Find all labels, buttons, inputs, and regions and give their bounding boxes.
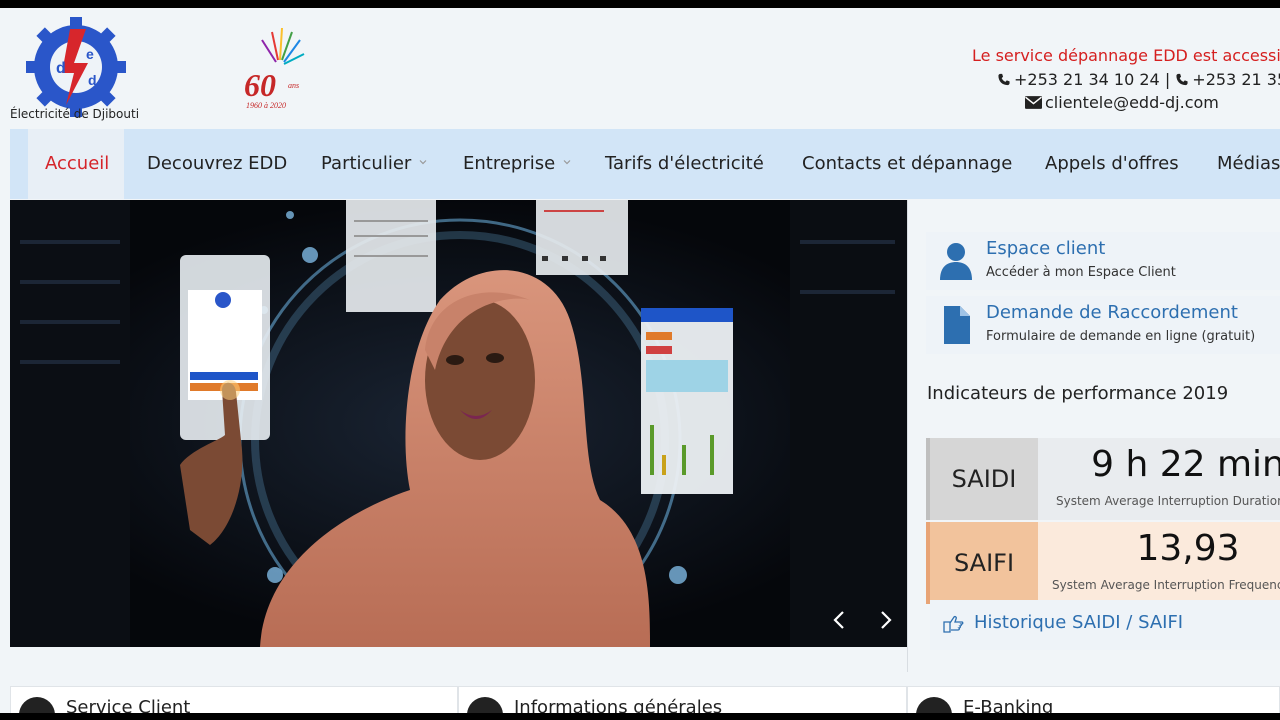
chevron-right-icon[interactable] <box>870 605 900 635</box>
saifi-desc: System Average Interruption Frequency <box>1052 578 1280 592</box>
email-line[interactable]: clientele@edd-dj.com <box>1025 93 1219 112</box>
phone-icon <box>998 73 1010 86</box>
historique-link[interactable]: Historique SAIDI / SAIFI <box>930 600 1280 650</box>
document-icon <box>944 306 970 344</box>
espace-client-link[interactable]: Espace client Accéder à mon Espace Clien… <box>926 232 1280 290</box>
page: d e d Électricité de Djibouti 60 ans 196… <box>0 8 1280 713</box>
hero-image <box>10 200 907 647</box>
tile-informations-label: Informations générales <box>514 697 723 713</box>
depannage-alert: Le service dépannage EDD est accessible <box>972 46 1280 65</box>
svg-text:1960 à 2020: 1960 à 2020 <box>246 101 286 110</box>
svg-text:d: d <box>56 60 66 77</box>
nav-accueil[interactable]: Accueil <box>28 129 124 199</box>
jubilee-number: 60 <box>244 67 276 103</box>
espace-client-title: Espace client <box>986 238 1106 259</box>
saifi-label: SAIFI <box>930 522 1038 604</box>
nav-particulier[interactable]: Particulier <box>321 129 427 199</box>
saidi-indicator: SAIDI 9 h 22 min System Average Interrup… <box>926 438 1280 520</box>
saifi-value-box: 13,93 System Average Interruption Freque… <box>1038 522 1280 604</box>
tile-service-client[interactable]: Service Client <box>10 686 458 713</box>
nav-decouvrez-edd[interactable]: Decouvrez EDD <box>147 129 287 199</box>
tile-ebanking[interactable]: E-Banking <box>907 686 1280 713</box>
espace-client-subtitle: Accéder à mon Espace Client <box>986 265 1176 280</box>
saifi-value: 13,93 <box>1136 528 1240 569</box>
svg-text:e: e <box>86 46 94 62</box>
saidi-value-box: 9 h 22 min System Average Interruption D… <box>1038 438 1280 520</box>
hero-slider[interactable] <box>10 200 907 647</box>
chevron-down-icon <box>563 160 571 165</box>
chevron-down-icon <box>419 160 427 165</box>
bottom-tiles: Service Client Informations générales E-… <box>10 686 1280 713</box>
user-icon <box>19 697 55 713</box>
main-nav: Accueil Decouvrez EDD Particulier Entrep… <box>10 129 1280 199</box>
nav-tarifs[interactable]: Tarifs d'électricité <box>605 129 764 199</box>
pointing-hand-icon <box>943 615 964 633</box>
perf-title: Indicateurs de performance 2019 <box>927 383 1229 404</box>
chevron-left-icon[interactable] <box>825 605 855 635</box>
tile-service-client-label: Service Client <box>66 697 191 713</box>
raccordement-title: Demande de Raccordement <box>986 302 1238 323</box>
envelope-icon <box>1025 96 1042 109</box>
raccordement-link[interactable]: Demande de Raccordement Formulaire de de… <box>926 296 1280 354</box>
tile-ebanking-label: E-Banking <box>963 697 1054 713</box>
saidi-label: SAIDI <box>930 438 1038 520</box>
nav-medias[interactable]: Médias <box>1217 129 1280 199</box>
nav-entreprise-label: Entreprise <box>463 153 556 174</box>
nav-appels-offres[interactable]: Appels d'offres <box>1045 129 1179 199</box>
info-icon <box>467 697 503 713</box>
svg-text:ans: ans <box>288 81 299 90</box>
nav-contacts-depannage[interactable]: Contacts et dépannage <box>802 129 1012 199</box>
phone-1[interactable]: +253 21 34 10 24 | <box>1014 70 1175 89</box>
jubilee-60-logo: 60 ans 1960 à 2020 <box>244 27 305 110</box>
email-address[interactable]: clientele@edd-dj.com <box>1045 93 1219 112</box>
saidi-desc: System Average Interruption Duration <box>1056 494 1280 508</box>
svg-text:d: d <box>88 72 97 88</box>
nav-entreprise[interactable]: Entreprise <box>463 129 571 199</box>
raccordement-subtitle: Formulaire de demande en ligne (gratuit) <box>986 329 1256 344</box>
nav-particulier-label: Particulier <box>321 153 412 174</box>
saifi-indicator: SAIFI 13,93 System Average Interruption … <box>926 522 1280 604</box>
phone-numbers[interactable]: +253 21 34 10 24 | +253 21 35 10 1 <box>997 70 1280 89</box>
ebanking-icon <box>916 697 952 713</box>
phone-2[interactable]: +253 21 35 10 1 <box>1192 70 1280 89</box>
side-panel: Espace client Accéder à mon Espace Clien… <box>907 200 1280 672</box>
historique-label: Historique SAIDI / SAIFI <box>974 612 1184 633</box>
user-icon <box>940 243 972 280</box>
phone-icon <box>1176 73 1188 86</box>
logo-text: Électricité de Djibouti <box>10 107 140 121</box>
saidi-value: 9 h 22 min <box>1091 444 1280 485</box>
tile-informations[interactable]: Informations générales <box>458 686 907 713</box>
